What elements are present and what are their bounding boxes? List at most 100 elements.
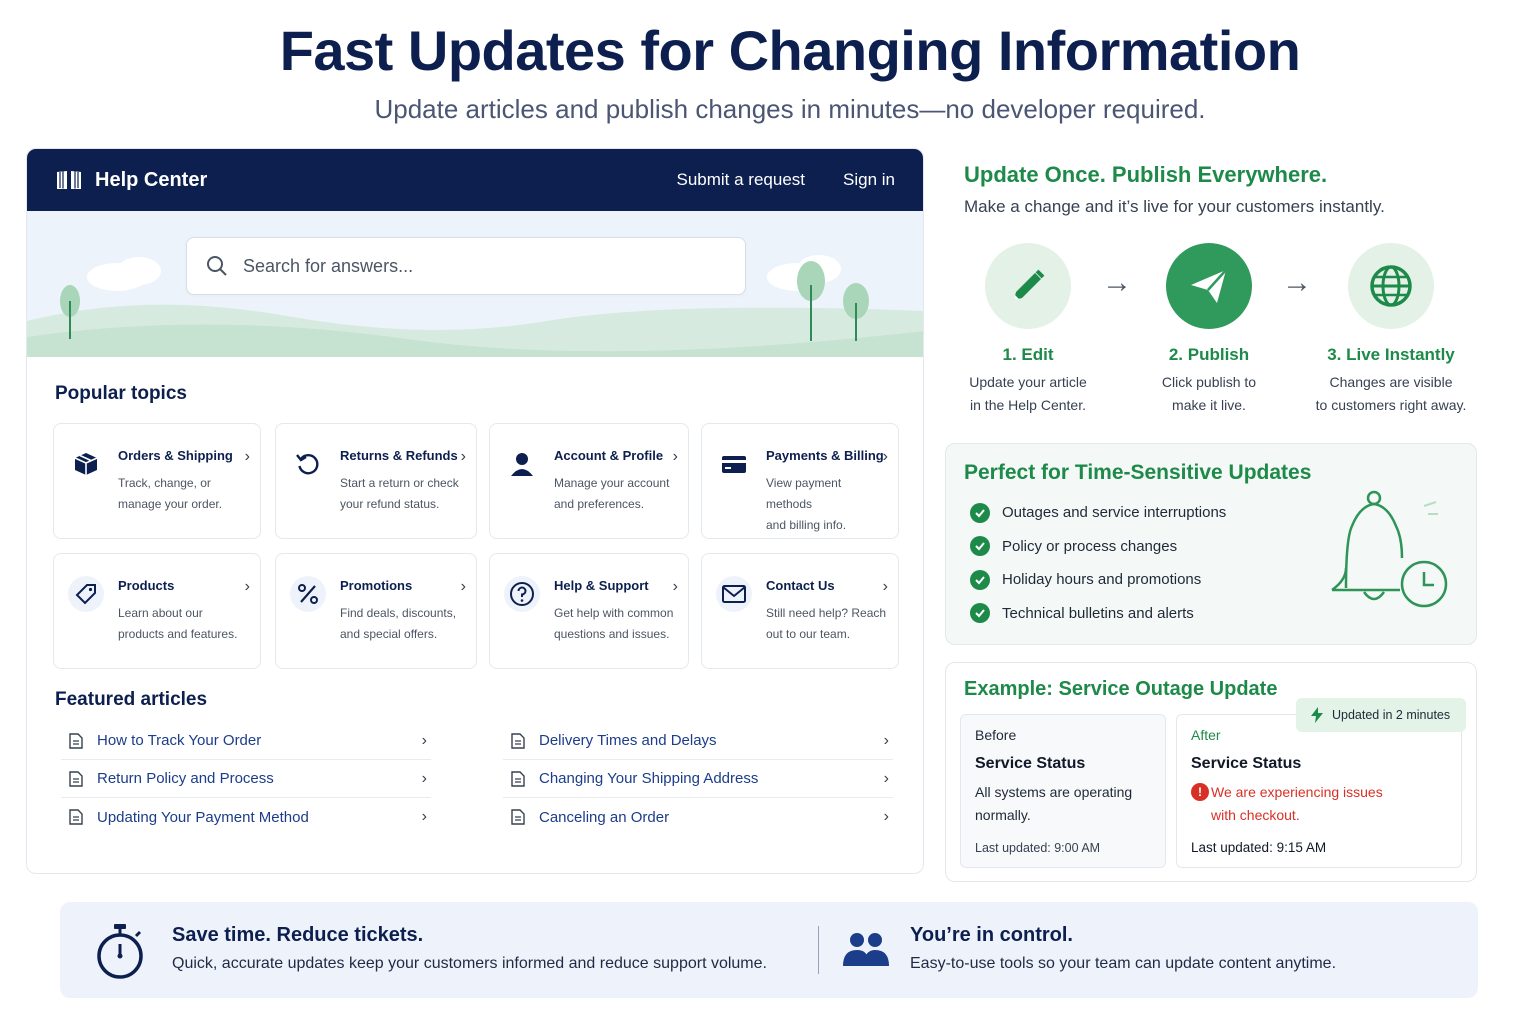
article-link[interactable]: Changing Your Shipping Address › xyxy=(503,760,893,798)
mail-icon xyxy=(716,576,752,612)
workflow-title: Update Once. Publish Everywhere. xyxy=(964,162,1328,187)
status-title: Service Status xyxy=(1191,755,1302,772)
book-icon xyxy=(57,171,81,189)
topic-card-help-support[interactable]: Help & Support Get help with common ques… xyxy=(489,553,689,669)
topic-title: Returns & Refunds xyxy=(340,448,458,463)
topic-title: Contact Us xyxy=(766,578,835,593)
topic-description: Find deals, discounts, and special offer… xyxy=(340,606,457,641)
chevron-right-icon: › xyxy=(460,578,466,595)
chevron-right-icon: › xyxy=(421,808,427,825)
chevron-right-icon: › xyxy=(244,578,250,595)
article-link[interactable]: Updating Your Payment Method › xyxy=(61,798,431,836)
featured-articles-title: Featured articles xyxy=(55,689,208,710)
topic-description: Learn about our products and features. xyxy=(118,606,238,641)
list-item-text: Policy or process changes xyxy=(1002,537,1178,555)
topic-description: Still need help? Reach out to our team. xyxy=(766,606,887,641)
stopwatch-icon xyxy=(97,924,143,979)
help-center-mockup: Help Center Submit a request Sign in Sea… xyxy=(26,148,924,874)
step-publish: 2. Publish Click publish to make it live… xyxy=(1119,243,1299,417)
benefit-title: You’re in control. xyxy=(910,924,1073,946)
benefit-save-time: Save time. Reduce tickets. Quick, accura… xyxy=(172,924,767,973)
status-title: Service Status xyxy=(975,755,1086,772)
check-circle-icon xyxy=(970,603,990,624)
tag-icon xyxy=(68,576,104,612)
topic-description: View payment methods and billing info. xyxy=(766,476,847,532)
chevron-right-icon: › xyxy=(244,448,250,465)
chevron-right-icon: › xyxy=(882,578,888,595)
topic-title: Products xyxy=(118,578,175,593)
help-center-logo[interactable]: Help Center xyxy=(55,168,207,192)
list-item: Technical bulletins and alerts xyxy=(970,597,1226,631)
divider xyxy=(818,926,819,974)
sign-in-link[interactable]: Sign in xyxy=(843,170,895,190)
article-link[interactable]: How to Track Your Order › xyxy=(61,722,431,760)
benefit-title: Save time. Reduce tickets. xyxy=(172,924,424,946)
search-bar[interactable]: Search for answers... xyxy=(186,237,746,295)
help-center-navbar: Help Center Submit a request Sign in xyxy=(27,149,923,211)
document-icon xyxy=(69,732,83,749)
chevron-right-icon: › xyxy=(882,448,888,465)
topic-title: Payments & Billing xyxy=(766,448,884,463)
last-updated: Last updated: 9:15 AM xyxy=(1191,840,1327,855)
status-message: We are experiencing issues with checkout… xyxy=(1211,784,1383,823)
check-circle-icon xyxy=(970,502,990,523)
topic-card-account-profile[interactable]: Account & Profile Manage your account an… xyxy=(489,423,689,539)
updated-badge: Updated in 2 minutes xyxy=(1296,698,1466,732)
return-icon xyxy=(290,446,326,482)
topic-title: Help & Support xyxy=(554,578,649,593)
check-circle-icon xyxy=(970,569,990,590)
chevron-right-icon: › xyxy=(883,769,889,787)
page: Fast Updates for Changing Information Up… xyxy=(0,0,1536,1024)
check-circle-icon xyxy=(970,536,990,557)
step-description: Update your article in the Help Center. xyxy=(969,374,1087,413)
search-hero: Search for answers... xyxy=(27,211,923,357)
document-icon xyxy=(69,770,83,787)
before-status-card: Before Service Status All systems are op… xyxy=(960,714,1166,868)
chevron-right-icon: › xyxy=(421,769,427,787)
workflow-subtitle: Make a change and it’s live for your cus… xyxy=(964,197,1385,216)
topic-description: Manage your account and preferences. xyxy=(554,476,670,511)
chevron-right-icon: › xyxy=(672,578,678,595)
last-updated: Last updated: 9:00 AM xyxy=(975,841,1101,855)
badge-text: Updated in 2 minutes xyxy=(1332,708,1451,722)
chevron-right-icon: › xyxy=(421,731,427,749)
percent-icon xyxy=(290,576,326,612)
topic-card-promotions[interactable]: Promotions Find deals, discounts, and sp… xyxy=(275,553,477,669)
article-link[interactable]: Return Policy and Process › xyxy=(61,760,431,798)
step-name: 2. Publish xyxy=(1168,345,1250,364)
step-name: 1. Edit xyxy=(1002,345,1054,364)
chevron-right-icon: › xyxy=(883,731,889,749)
team-icon xyxy=(843,933,889,966)
article-link[interactable]: Canceling an Order › xyxy=(503,798,893,836)
topic-title: Account & Profile xyxy=(554,448,664,463)
article-link[interactable]: Delivery Times and Delays › xyxy=(503,722,893,760)
topic-card-contact-us[interactable]: Contact Us Still need help? Reach out to… xyxy=(701,553,899,669)
list-item: Policy or process changes xyxy=(970,530,1226,564)
after-status-card: After Service Status ! We are experienci… xyxy=(1176,714,1462,868)
time-sensitive-title: Perfect for Time-Sensitive Updates xyxy=(964,461,1312,484)
topic-description: Start a return or check your refund stat… xyxy=(340,476,459,511)
search-input[interactable]: Search for answers... xyxy=(243,256,413,277)
chevron-right-icon: › xyxy=(672,448,678,465)
document-icon xyxy=(511,770,525,787)
before-label: Before xyxy=(975,727,1017,743)
article-title: How to Track Your Order xyxy=(97,732,262,749)
question-icon xyxy=(504,576,540,612)
document-icon xyxy=(511,809,525,825)
topic-card-orders-shipping[interactable]: Orders & Shipping Track, change, or mana… xyxy=(53,423,261,539)
popular-topics-title: Popular topics xyxy=(55,383,187,404)
topic-title: Promotions xyxy=(340,578,413,593)
step-name: 3. Live Instantly xyxy=(1327,345,1455,364)
list-item-text: Outages and service interruptions xyxy=(1002,504,1227,522)
topic-card-products[interactable]: Products Learn about our products and fe… xyxy=(53,553,261,669)
topic-card-payments-billing[interactable]: Payments & Billing View payment methods … xyxy=(701,423,899,539)
page-subheadline: Update articles and publish changes in m… xyxy=(374,94,1206,124)
page-headline: Fast Updates for Changing Information xyxy=(279,19,1301,82)
article-title: Updating Your Payment Method xyxy=(97,808,309,826)
search-icon xyxy=(207,256,227,276)
topic-card-returns-refunds[interactable]: Returns & Refunds Start a return or chec… xyxy=(275,423,477,539)
topic-description: Track, change, or manage your order. xyxy=(118,476,223,511)
benefit-control: You’re in control. Easy-to-use tools so … xyxy=(910,924,1336,973)
chevron-right-icon: › xyxy=(883,808,889,825)
submit-request-link[interactable]: Submit a request xyxy=(677,170,806,190)
